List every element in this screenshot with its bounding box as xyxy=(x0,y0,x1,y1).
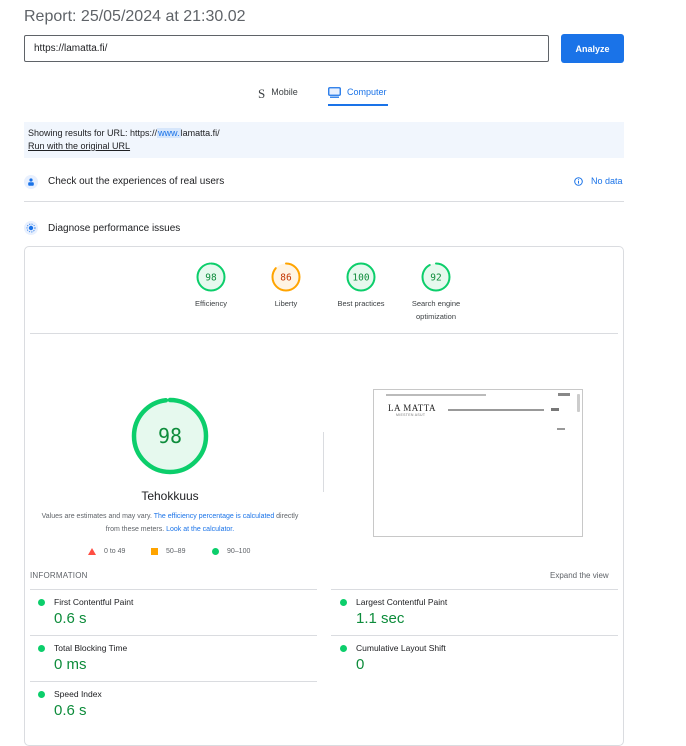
category-label: Liberty xyxy=(246,297,326,310)
screenshot-logo: LA MATTA xyxy=(388,403,437,413)
expand-view-button[interactable]: Expand the view xyxy=(550,571,609,580)
category-label-line1: Efficiency xyxy=(195,299,227,308)
metric-divider xyxy=(30,635,317,636)
legend-poor: 0 to 49 xyxy=(88,548,125,555)
screenshot-nav xyxy=(448,409,544,411)
category-label-line1: Best practices xyxy=(337,299,385,308)
legend-good: 90–100 xyxy=(212,548,250,555)
url-input[interactable] xyxy=(24,35,549,62)
good-status-icon xyxy=(340,645,347,652)
metric-tbt-name: Total Blocking Time xyxy=(54,643,128,653)
category-label: Efficiency xyxy=(171,297,251,310)
metric-fcp-name: First Contentful Paint xyxy=(54,597,134,607)
score-gauge-icon: 92 xyxy=(421,262,451,292)
diagnose-label: Diagnose performance issues xyxy=(48,223,181,234)
category-label-line1: Search engine xyxy=(411,299,461,308)
score-gauge-icon: 100 xyxy=(346,262,376,292)
good-status-icon xyxy=(38,645,45,652)
run-original-url-link[interactable]: Run with the original URL xyxy=(28,141,130,151)
metric-tbt-value: 0 ms xyxy=(54,656,87,673)
score-gauge-icon: 98 xyxy=(196,262,226,292)
page-screenshot: LA MATTA MIESTEN ASUT xyxy=(373,389,583,537)
note-text: Values are estimates and may vary. xyxy=(41,513,154,520)
category-score: 92 xyxy=(430,273,441,284)
panel-divider xyxy=(30,333,618,334)
square-icon xyxy=(151,548,158,555)
metric-si-name: Speed Index xyxy=(54,689,102,699)
tab-computer[interactable]: Computer xyxy=(328,84,387,100)
category-gauge[interactable]: 98 xyxy=(196,262,226,297)
screenshot-cart xyxy=(551,408,559,411)
metric-cls-value: 0 xyxy=(356,656,365,673)
metric-divider xyxy=(30,681,317,682)
good-status-icon xyxy=(38,691,45,698)
good-status-icon xyxy=(38,599,45,606)
performance-title: Tehokkuus xyxy=(141,489,199,503)
metric-divider xyxy=(331,589,618,590)
category-score: 86 xyxy=(280,273,292,284)
tab-mobile-label: Mobile xyxy=(271,87,298,97)
information-heading: INFORMATION xyxy=(30,571,88,580)
url-info-prefix: Showing results for URL: https:// xyxy=(28,128,158,138)
category-label: Best practices xyxy=(321,297,401,310)
users-icon xyxy=(24,175,38,189)
screenshot-logo-sub: MIESTEN ASUT xyxy=(396,413,426,417)
no-data-indicator[interactable]: No data xyxy=(574,176,623,186)
calculator-link[interactable]: Look at the calculator. xyxy=(166,526,234,533)
tab-mobile[interactable]: S Mobile xyxy=(258,84,298,101)
tab-computer-label: Computer xyxy=(347,87,387,97)
analyze-button[interactable]: Analyze xyxy=(561,34,624,63)
efficiency-calc-link[interactable]: The efficiency percentage is calculated xyxy=(154,513,275,520)
url-info-www: www. xyxy=(157,128,181,138)
mobile-icon: S xyxy=(258,86,266,101)
metric-fcp-value: 0.6 s xyxy=(54,610,87,627)
estimate-note: Values are estimates and may vary. The e… xyxy=(40,510,300,536)
active-tab-indicator xyxy=(328,104,388,106)
metric-divider xyxy=(331,635,618,636)
info-icon xyxy=(574,176,583,186)
category-score: 100 xyxy=(352,273,369,284)
circle-icon xyxy=(212,548,219,555)
diagnose-icon xyxy=(24,221,38,235)
score-gauge-icon: 86 xyxy=(271,262,301,292)
category-gauge[interactable]: 92 xyxy=(421,262,451,297)
metric-divider xyxy=(30,589,317,590)
computer-icon xyxy=(328,86,341,98)
category-label-line2: optimization xyxy=(415,312,457,321)
category-label: Search engine optimization xyxy=(396,297,476,323)
screenshot-link xyxy=(557,428,565,430)
good-status-icon xyxy=(340,599,347,606)
category-gauge[interactable]: 100 xyxy=(346,262,376,297)
category-gauge[interactable]: 86 xyxy=(271,262,301,297)
no-data-label: No data xyxy=(591,176,623,186)
section-divider xyxy=(24,201,624,202)
metric-lcp-name: Largest Contentful Paint xyxy=(356,597,448,607)
metric-cls-name: Cumulative Layout Shift xyxy=(356,643,446,653)
screenshot-scrollbar xyxy=(577,394,580,412)
legend-average: 50–89 xyxy=(151,548,185,555)
triangle-icon xyxy=(88,548,96,555)
performance-score: 98 xyxy=(158,424,182,448)
legend-average-label: 50–89 xyxy=(166,548,186,555)
metric-si-value: 0.6 s xyxy=(54,702,87,719)
url-info-domain: lamatta.fi/ xyxy=(180,128,220,138)
metric-lcp-value: 1.1 sec xyxy=(356,610,405,627)
vertical-divider xyxy=(323,432,324,492)
category-label-line1: Liberty xyxy=(274,299,298,308)
real-users-label[interactable]: Check out the experiences of real users xyxy=(48,176,224,187)
legend-poor-label: 0 to 49 xyxy=(104,548,126,555)
legend-good-label: 90–100 xyxy=(227,548,251,555)
url-info-text: Showing results for URL: https://www.lam… xyxy=(28,128,220,138)
performance-gauge: 98 xyxy=(131,397,209,475)
report-title: Report: 25/05/2024 at 21:30.02 xyxy=(24,8,246,25)
category-score: 98 xyxy=(205,273,217,284)
screenshot-topbar-icons xyxy=(558,393,570,396)
screenshot-topbar xyxy=(386,394,486,396)
